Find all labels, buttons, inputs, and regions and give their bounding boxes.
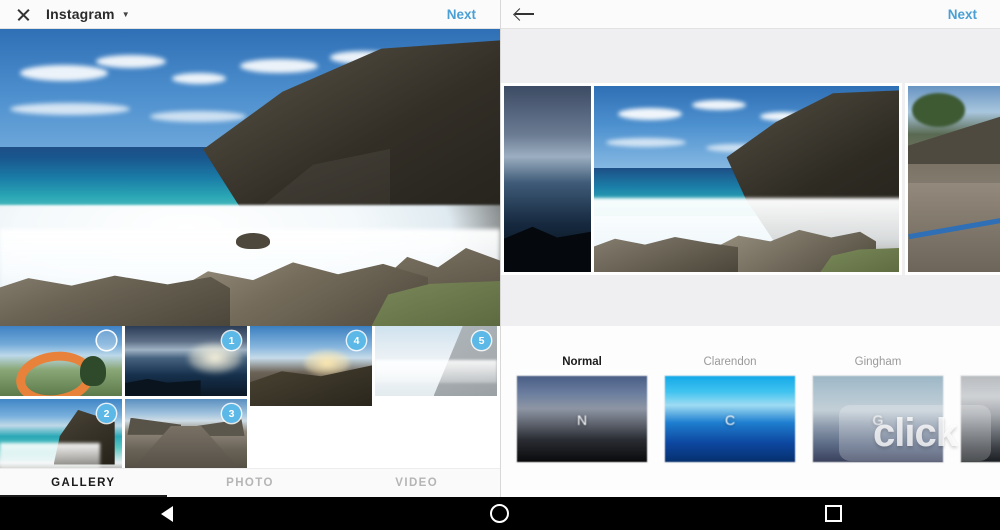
next-button-left[interactable]: Next — [447, 7, 476, 22]
filter-normal[interactable]: Normal N — [517, 356, 647, 462]
preview-foam-rock — [236, 233, 270, 249]
filter-name: Clarendon — [665, 356, 795, 368]
source-tabs: GALLERY PHOTO VIDEO — [0, 468, 500, 497]
gallery-picker-panel: Instagram ▼ Next — [0, 0, 500, 497]
gallery-thumbnail[interactable] — [0, 326, 122, 396]
dark-shore-shape — [504, 212, 599, 272]
back-nav-button[interactable] — [0, 497, 333, 530]
next-button-right[interactable]: Next — [948, 7, 977, 22]
album-selector[interactable]: Instagram ▼ — [46, 6, 130, 22]
back-triangle-icon — [161, 506, 173, 522]
cloud-shape — [96, 55, 166, 68]
cloud-shape — [692, 100, 746, 110]
filter-preview[interactable]: N — [517, 376, 647, 462]
gallery-thumbnail[interactable]: 1 — [125, 326, 247, 396]
cloud-shape — [240, 59, 318, 73]
filter-name: Gingham — [813, 356, 943, 368]
cloud-shape — [150, 111, 246, 122]
filter-strip[interactable]: Normal N Clarendon C Gingham G — [501, 326, 1000, 497]
selection-badge[interactable] — [97, 331, 116, 350]
gallery-thumbnail[interactable]: 2 — [0, 399, 122, 477]
close-icon — [16, 7, 31, 22]
carousel-image — [594, 86, 899, 272]
tab-photo[interactable]: PHOTO — [167, 469, 334, 497]
tree-shape — [912, 93, 965, 126]
cloud-shape — [606, 138, 686, 147]
photo-carousel[interactable] — [501, 29, 1000, 326]
gallery-thumbnail[interactable]: 5 — [375, 326, 497, 396]
cloud-shape — [172, 73, 226, 84]
carousel-slide-previous[interactable] — [504, 86, 599, 272]
filter-moon[interactable]: Moon M — [961, 356, 1000, 462]
filter-list: Normal N Clarendon C Gingham G — [517, 356, 1000, 462]
recents-square-icon — [825, 505, 842, 522]
filter-letter: M — [961, 412, 1000, 428]
tab-video[interactable]: VIDEO — [333, 469, 500, 497]
home-nav-button[interactable] — [333, 497, 666, 530]
home-circle-icon — [490, 504, 509, 523]
chevron-down-icon: ▼ — [122, 10, 130, 19]
dark-shore-shape — [125, 372, 201, 396]
filter-name: Moon — [961, 356, 1000, 368]
left-topbar: Instagram ▼ Next — [0, 0, 500, 29]
filter-clarendon[interactable]: Clarendon C — [665, 356, 795, 462]
filter-editor-panel: Next — [500, 0, 1000, 497]
gallery-thumbnail[interactable]: 3 — [125, 399, 247, 477]
selection-badge[interactable]: 4 — [347, 331, 366, 350]
filter-letter: C — [665, 412, 795, 428]
filter-letter: G — [813, 412, 943, 428]
selection-badge[interactable]: 2 — [97, 404, 116, 423]
foam-shape — [0, 443, 100, 471]
carousel-slide-next[interactable] — [908, 86, 1000, 272]
filter-gingham[interactable]: Gingham G — [813, 356, 943, 462]
right-topbar: Next — [501, 0, 1000, 29]
filter-preview[interactable]: C — [665, 376, 795, 462]
cloud-shape — [10, 103, 130, 115]
filter-preview[interactable]: G — [813, 376, 943, 462]
android-navigation-bar — [0, 497, 1000, 530]
back-arrow-icon — [515, 7, 534, 22]
wave-shape — [375, 360, 497, 384]
selection-badge[interactable]: 5 — [472, 331, 491, 350]
selected-photo-preview[interactable] — [0, 29, 500, 326]
recents-nav-button[interactable] — [667, 497, 1000, 530]
back-button[interactable] — [501, 0, 547, 28]
tab-gallery[interactable]: GALLERY — [0, 469, 167, 497]
gallery-thumbnail[interactable]: 4 — [250, 326, 372, 406]
carousel-slide-current[interactable] — [594, 86, 899, 272]
close-button[interactable] — [0, 0, 46, 28]
filter-name: Normal — [517, 356, 647, 368]
filter-letter: N — [517, 412, 647, 428]
tree-shape — [80, 356, 106, 386]
cloud-shape — [618, 108, 682, 120]
cloud-shape — [20, 65, 108, 81]
filter-preview[interactable]: M — [961, 376, 1000, 462]
selection-badge[interactable]: 1 — [222, 331, 241, 350]
carousel-image — [504, 86, 599, 272]
carousel-image — [908, 86, 1000, 272]
instagram-post-composer-screen: Instagram ▼ Next — [0, 0, 1000, 530]
album-title: Instagram — [46, 6, 115, 22]
selection-badge[interactable]: 3 — [222, 404, 241, 423]
